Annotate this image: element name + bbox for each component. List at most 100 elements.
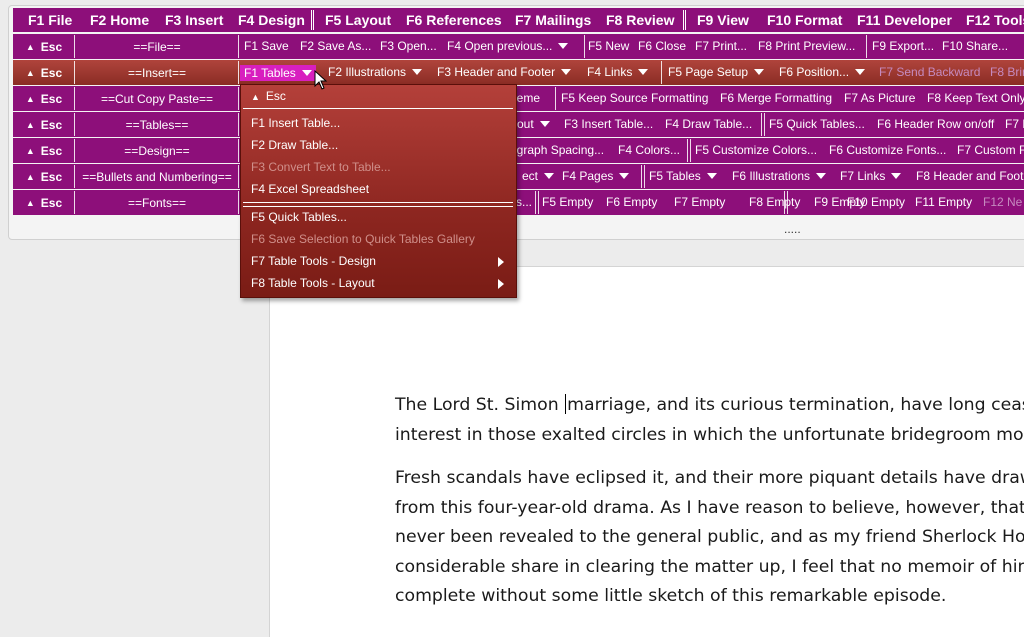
divider [238, 113, 239, 136]
cmd-page-setup[interactable]: F5 Page Setup [668, 65, 765, 79]
tab-home[interactable]: F2 Home [90, 12, 149, 28]
document-page[interactable]: The Lord St. Simon marriage, and its cur… [269, 266, 1024, 637]
tab-design[interactable]: F4 Design [238, 12, 305, 28]
tab-mailings[interactable]: F7 Mailings [515, 12, 591, 28]
cmd-as-picture[interactable]: F7 As Picture [844, 91, 915, 105]
cmd-more[interactable]: F7 F [1005, 117, 1024, 131]
dropdown-arrow-icon [638, 69, 649, 75]
menu-insert-table[interactable]: F1 Insert Table... [251, 116, 340, 130]
text-line: considerable share in clearing the matte… [395, 556, 1024, 577]
tab-insert[interactable]: F3 Insert [165, 12, 223, 28]
esc-button[interactable]: ▲ Esc [15, 114, 73, 135]
cmd-print[interactable]: F7 Print... [695, 39, 747, 53]
cmd-share[interactable]: F10 Share... [942, 39, 1008, 53]
divider [538, 191, 539, 214]
tab-layout[interactable]: F5 Layout [325, 12, 391, 28]
menu-excel-spreadsheet[interactable]: F4 Excel Spreadsheet [251, 182, 369, 196]
divider [784, 191, 785, 214]
cmd-new[interactable]: F5 New [588, 39, 629, 53]
cmd-customize-fonts[interactable]: F6 Customize Fonts... [829, 143, 946, 157]
esc-button[interactable]: ▲ Esc [15, 88, 73, 109]
cmd-empty-f11[interactable]: F11 Empty [915, 195, 972, 209]
tab-references[interactable]: F6 References [406, 12, 502, 28]
menu-separator [243, 202, 513, 207]
text-line: Fresh scandals have eclipsed it, and the… [395, 468, 1024, 488]
cmd-bring-forward: F8 Bring [990, 65, 1024, 79]
cmd-pages[interactable]: F4 Pages [562, 169, 630, 183]
cmd-layout[interactable]: out [517, 117, 550, 131]
menu-quick-tables[interactable]: F5 Quick Tables... [251, 210, 347, 224]
menu-esc-item[interactable]: ▲ Esc [251, 89, 286, 103]
text-line: The Lord St. Simon marriage, and its cur… [395, 391, 1024, 421]
cmd-empty-f6[interactable]: F6 Empty [606, 195, 657, 209]
tab-review[interactable]: F8 Review [606, 12, 674, 28]
cmd-custom[interactable]: F7 Custom F [957, 143, 1024, 157]
divider [238, 35, 239, 58]
command-row-design: ▲ Esc ==Design== agraph Spacing... F4 Col… [13, 138, 1024, 163]
cmd-label: F6 Illustrations [732, 169, 811, 183]
up-arrow-icon: ▲ [251, 92, 260, 102]
cmd-empty-f8[interactable]: F8 Empty [749, 195, 800, 209]
paragraph-2: Fresh scandals have eclipsed it, and the… [395, 464, 1024, 612]
menu-separator [243, 108, 513, 109]
esc-button[interactable]: ▲ Esc [15, 140, 73, 161]
cmd-empty-f5[interactable]: F5 Empty [542, 195, 593, 209]
cmd-save[interactable]: F1 Save [244, 39, 289, 53]
cmd-insert-table[interactable]: F3 Insert Table... [564, 117, 653, 131]
cmd-empty-f10[interactable]: F10 Empty [847, 195, 905, 209]
dropdown-arrow-icon [561, 69, 572, 75]
tab-developer[interactable]: F11 Developer [857, 12, 952, 28]
cmd-select[interactable]: ect [522, 169, 555, 183]
cmd-illustrations[interactable]: F6 Illustrations [732, 169, 827, 183]
cmd-links[interactable]: F4 Links [587, 65, 649, 79]
cmd-merge-formatting[interactable]: F6 Merge Formatting [720, 91, 832, 105]
cmd-open[interactable]: F3 Open... [380, 39, 437, 53]
tab-tools[interactable]: F12 Tools [966, 12, 1024, 28]
cmd-keep-text-only[interactable]: F8 Keep Text Only [927, 91, 1024, 105]
cmd-open-previous[interactable]: F4 Open previous... [447, 39, 569, 53]
divider [74, 113, 75, 136]
text-line: interest in those exalted circles in whi… [395, 424, 1024, 445]
tab-format[interactable]: F10 Format [767, 12, 842, 28]
menu-table-tools-layout[interactable]: F8 Table Tools - Layout [251, 276, 375, 290]
group-label: ==Tables== [125, 117, 189, 132]
tab-divider [683, 10, 686, 30]
menu-table-tools-design[interactable]: F7 Table Tools - Design [251, 254, 376, 268]
cmd-label: F6 Position... [779, 65, 850, 79]
cmd-save-as[interactable]: F2 Save As... [300, 39, 371, 53]
cmd-label: F2 Illustrations [328, 65, 407, 79]
tab-divider [311, 10, 314, 30]
tab-file[interactable]: F1 File [28, 12, 72, 28]
cmd-colors[interactable]: F4 Colors... [618, 143, 680, 157]
cmd-header-footer[interactable]: F3 Header and Footer [437, 65, 572, 79]
cmd-quick-tables[interactable]: F5 Quick Tables... [769, 117, 865, 131]
cmd-keep-source-formatting[interactable]: F5 Keep Source Formatting [561, 91, 708, 105]
cmd-tables[interactable]: F1 Tables [240, 65, 316, 81]
text-line: complete without some little sketch of t… [395, 586, 947, 606]
menu-convert-text-to-table: F3 Convert Text to Table... [251, 160, 391, 174]
tables-dropdown-menu: ▲ Esc F1 Insert Table... F2 Draw Table...… [240, 84, 517, 298]
cmd-paragraph-spacing[interactable]: agraph Spacing... [510, 143, 604, 157]
cmd-links[interactable]: F7 Links [840, 169, 902, 183]
menu-draw-table[interactable]: F2 Draw Table... [251, 138, 338, 152]
cmd-print-preview[interactable]: F8 Print Preview... [758, 39, 855, 53]
cmd-fonts-more[interactable]: s... [516, 195, 532, 209]
cmd-customize-colors[interactable]: F5 Customize Colors... [695, 143, 817, 157]
cmd-header-footer[interactable]: F8 Header and Foot [916, 169, 1023, 183]
esc-button[interactable]: ▲ Esc [15, 166, 73, 187]
cmd-label: F4 Open previous... [447, 39, 553, 53]
cmd-empty-f7[interactable]: F7 Empty [674, 195, 725, 209]
esc-button[interactable]: ▲ Esc [15, 36, 73, 57]
cmd-close[interactable]: F6 Close [638, 39, 686, 53]
cmd-draw-table[interactable]: F4 Draw Table... [665, 117, 752, 131]
divider [74, 139, 75, 162]
tab-view[interactable]: F9 View [697, 12, 749, 28]
esc-button[interactable]: ▲ Esc [15, 192, 73, 213]
esc-button[interactable]: ▲ Esc [15, 62, 73, 83]
cmd-illustrations[interactable]: F2 Illustrations [328, 65, 423, 79]
cmd-export[interactable]: F9 Export... [872, 39, 934, 53]
cmd-header-row[interactable]: F6 Header Row on/off [877, 117, 994, 131]
cmd-tables[interactable]: F5 Tables [649, 169, 717, 183]
text-line: from this four-year-old drama. As I have… [395, 497, 1024, 518]
cmd-position[interactable]: F6 Position... [779, 65, 866, 79]
